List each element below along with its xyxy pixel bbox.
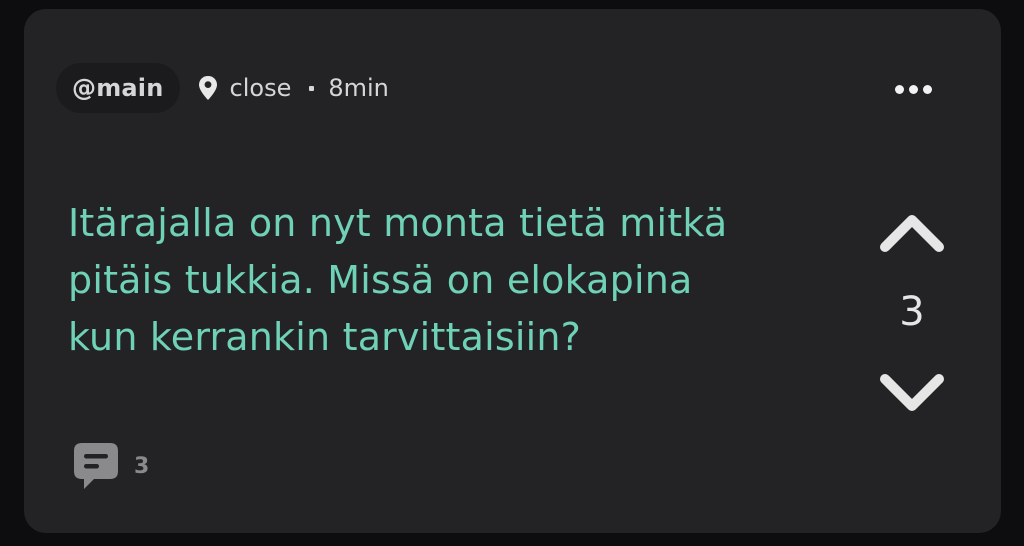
vote-control: 3 <box>872 197 952 427</box>
more-horizontal-icon <box>908 84 918 94</box>
downvote-button[interactable] <box>879 373 945 417</box>
separator-dot <box>309 85 315 91</box>
post-time: 8min <box>328 74 389 102</box>
post-card: @main close 8min Itärajalla on nyt monta… <box>24 9 1001 533</box>
upvote-button[interactable] <box>879 209 945 253</box>
chevron-up-icon <box>880 215 944 252</box>
vote-score: 3 <box>899 289 925 335</box>
channel-chip[interactable]: @main <box>56 63 180 113</box>
comment-bubble-icon <box>74 443 118 489</box>
channel-label: @main <box>72 74 164 102</box>
more-horizontal-icon <box>894 84 904 94</box>
post-header: @main close 8min <box>56 63 389 113</box>
more-options-button[interactable] <box>889 79 937 99</box>
location-label: close <box>229 74 292 102</box>
map-pin-icon <box>198 75 218 101</box>
more-horizontal-icon <box>922 84 932 94</box>
comment-count: 3 <box>134 453 150 479</box>
comments-button[interactable]: 3 <box>72 441 149 491</box>
chevron-down-icon <box>880 374 944 411</box>
post-message: Itärajalla on nyt monta tietä mitkä pitä… <box>68 201 728 359</box>
